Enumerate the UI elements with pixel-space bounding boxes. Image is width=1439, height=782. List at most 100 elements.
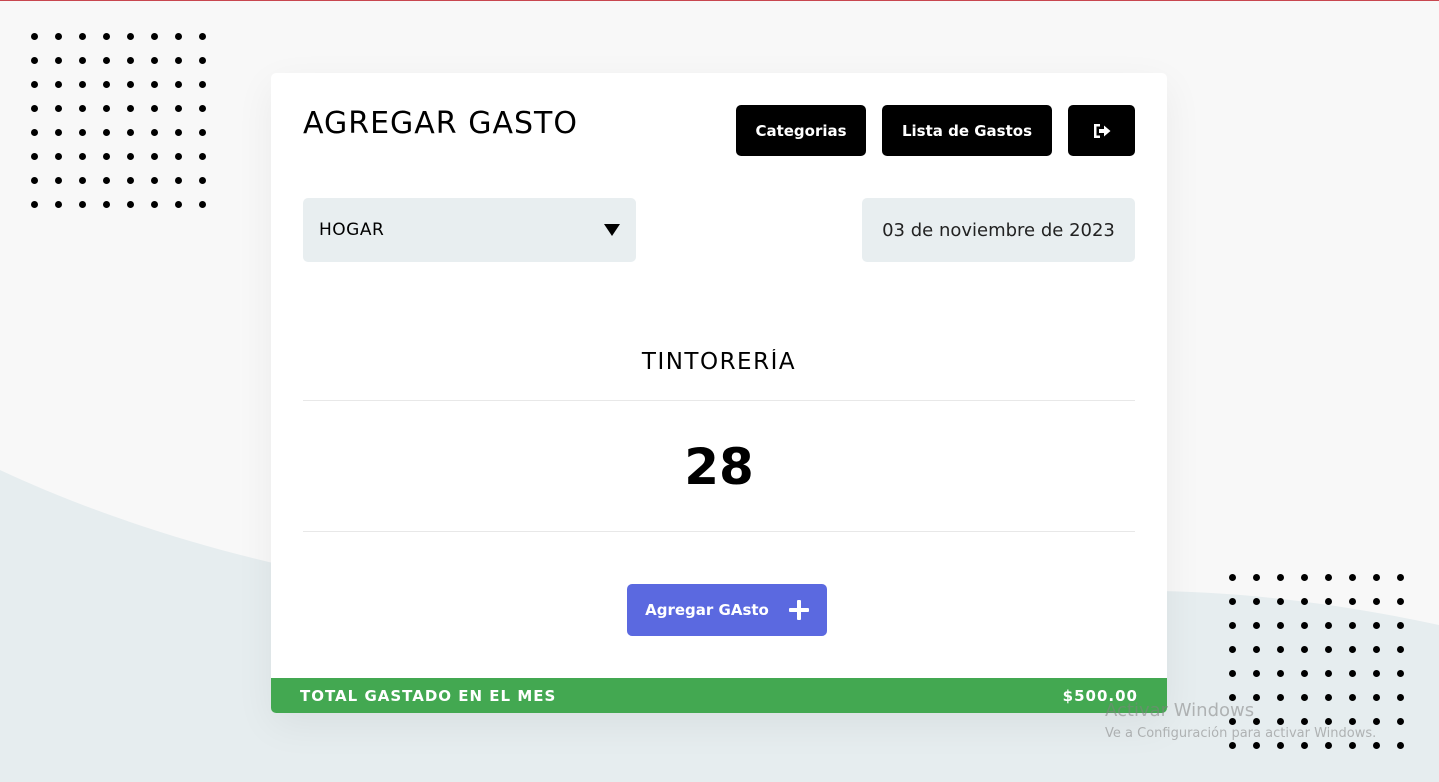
decorative-dot — [1253, 622, 1260, 629]
decorative-dot — [1349, 742, 1356, 749]
decorative-dot — [151, 105, 158, 112]
decorative-dot — [1229, 646, 1236, 653]
decorative-dot — [175, 33, 182, 40]
decorative-dot — [31, 57, 38, 64]
decorative-dot — [127, 81, 134, 88]
decorative-dot — [55, 81, 62, 88]
decorative-dot — [175, 201, 182, 208]
decorative-dot — [127, 153, 134, 160]
date-picker[interactable]: 03 de noviembre de 2023 — [862, 198, 1135, 262]
decorative-dot — [1253, 646, 1260, 653]
decorative-dot — [175, 105, 182, 112]
decorative-dot — [1229, 622, 1236, 629]
decorative-dot — [1325, 646, 1332, 653]
decorative-dot — [1325, 598, 1332, 605]
decorative-dot — [1349, 622, 1356, 629]
decorative-dot — [1325, 574, 1332, 581]
decorative-dot — [199, 57, 206, 64]
watermark-title: Activar Windows — [1105, 700, 1255, 721]
decorative-dot — [103, 33, 110, 40]
decorative-dot — [1301, 574, 1308, 581]
decorative-dot — [151, 201, 158, 208]
decorative-dot — [1229, 670, 1236, 677]
decorative-dot — [55, 177, 62, 184]
decorative-dot — [1397, 670, 1404, 677]
page-title: AGREGAR GASTO — [303, 106, 578, 141]
decorative-dot — [175, 129, 182, 136]
decorative-dot — [1373, 742, 1380, 749]
decorative-dot — [127, 129, 134, 136]
decorative-dot — [199, 153, 206, 160]
add-expense-button[interactable]: Agregar GAsto — [627, 584, 827, 636]
decorative-dot — [199, 129, 206, 136]
decorative-dot — [1301, 670, 1308, 677]
decorative-dot — [55, 33, 62, 40]
decorative-dot — [79, 177, 86, 184]
decorative-dot — [127, 57, 134, 64]
decorative-dot — [1301, 598, 1308, 605]
watermark-subtitle: Ve a Configuración para activar Windows. — [1105, 725, 1377, 741]
logout-button[interactable] — [1068, 105, 1135, 156]
decorative-dot — [1373, 598, 1380, 605]
decorative-dot — [79, 105, 86, 112]
decorative-dot — [1397, 742, 1404, 749]
decorative-dot — [151, 57, 158, 64]
decorative-dot — [199, 177, 206, 184]
add-expense-button-label: Agregar GAsto — [645, 601, 769, 619]
decorative-dot — [31, 153, 38, 160]
caret-down-icon — [604, 224, 620, 236]
decorative-dot — [55, 201, 62, 208]
decorative-dot — [127, 177, 134, 184]
decorative-dot — [1277, 670, 1284, 677]
decorative-dot — [1325, 670, 1332, 677]
decorative-dot — [1373, 622, 1380, 629]
decorative-dot — [55, 153, 62, 160]
decorative-dot — [151, 153, 158, 160]
decorative-dot — [1325, 742, 1332, 749]
decorative-dot — [31, 105, 38, 112]
decorative-dot — [1397, 646, 1404, 653]
decorative-dot — [103, 129, 110, 136]
decorative-dot — [1253, 742, 1260, 749]
decorative-dot — [31, 129, 38, 136]
decorative-dot — [199, 81, 206, 88]
monthly-total-bar: TOTAL GASTADO EN EL MES $500.00 — [271, 678, 1167, 713]
windows-activation-watermark: Activar Windows Ve a Configuración para … — [1105, 700, 1376, 741]
decorative-dot — [1277, 622, 1284, 629]
decorative-dot — [1301, 742, 1308, 749]
decorative-dot — [1301, 646, 1308, 653]
category-select[interactable]: HOGAR — [303, 198, 636, 262]
decorative-dot — [55, 57, 62, 64]
decorative-dot — [1349, 598, 1356, 605]
decorative-dot — [127, 201, 134, 208]
decorative-dot — [79, 33, 86, 40]
decorative-dot — [79, 57, 86, 64]
decorative-dot — [31, 81, 38, 88]
decorative-dot — [199, 105, 206, 112]
decorative-dot — [103, 153, 110, 160]
monthly-total-label: TOTAL GASTADO EN EL MES — [300, 686, 557, 705]
decorative-dot — [1325, 622, 1332, 629]
dot-pattern-top-left — [31, 33, 206, 208]
decorative-dot — [175, 57, 182, 64]
decorative-dot — [1397, 598, 1404, 605]
decorative-dot — [1397, 718, 1404, 725]
amount-input[interactable] — [303, 402, 1135, 532]
decorative-dot — [103, 177, 110, 184]
decorative-dot — [175, 153, 182, 160]
sign-out-icon — [1093, 123, 1110, 138]
decorative-dot — [55, 129, 62, 136]
decorative-dot — [103, 57, 110, 64]
categories-button[interactable]: Categorias — [736, 105, 866, 156]
decorative-dot — [127, 105, 134, 112]
decorative-dot — [55, 105, 62, 112]
decorative-dot — [1253, 598, 1260, 605]
decorative-dot — [199, 33, 206, 40]
description-input[interactable] — [303, 323, 1135, 401]
decorative-dot — [1229, 574, 1236, 581]
decorative-dot — [103, 81, 110, 88]
decorative-dot — [1373, 646, 1380, 653]
expense-list-button[interactable]: Lista de Gastos — [882, 105, 1052, 156]
decorative-dot — [1253, 670, 1260, 677]
decorative-dot — [1229, 742, 1236, 749]
